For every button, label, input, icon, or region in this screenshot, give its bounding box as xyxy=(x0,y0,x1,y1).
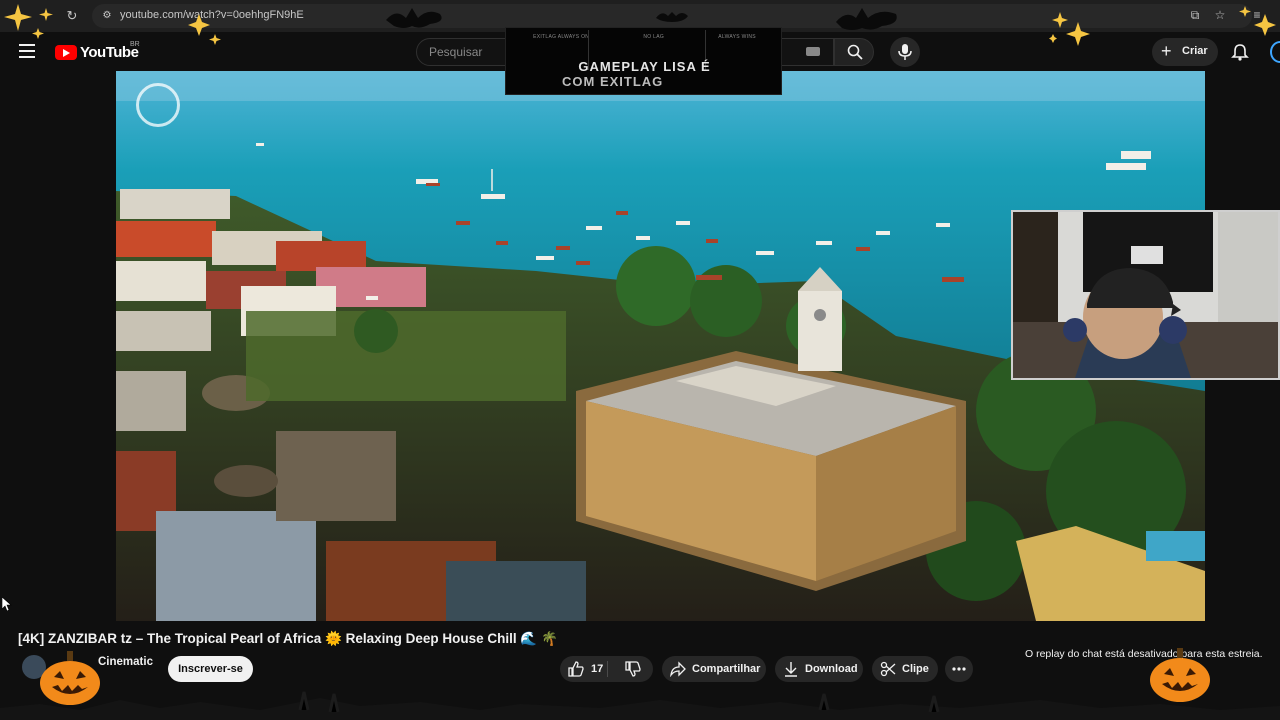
more-actions-button[interactable] xyxy=(945,656,973,682)
mouse-cursor-icon xyxy=(2,597,12,611)
banner-subline: COM EXITLAG xyxy=(562,74,664,89)
share-label: Compartilhar xyxy=(692,663,761,675)
sparkle-decoration-right xyxy=(1049,6,1276,46)
more-horizontal-icon xyxy=(952,667,966,671)
webcam-overlay xyxy=(1011,210,1280,380)
pumpkin-decoration-right xyxy=(1150,648,1210,702)
banner-tag: NO LAG xyxy=(643,34,665,40)
channel-watermark-logo[interactable] xyxy=(136,83,180,127)
banner-tag: ALWAYS WINS xyxy=(718,34,756,40)
pumpkin-decoration-left xyxy=(40,651,100,705)
scissors-icon xyxy=(880,661,896,677)
channel-name[interactable]: Cinematic xyxy=(98,656,153,668)
search-placeholder: Pesquisar xyxy=(429,45,483,59)
share-button[interactable]: Compartilhar xyxy=(662,656,766,682)
download-icon xyxy=(785,662,797,677)
subscribe-button[interactable]: Inscrever-se xyxy=(168,656,253,682)
sparkle-decoration-left xyxy=(4,4,221,45)
webcam-feed xyxy=(1013,212,1278,378)
search-button[interactable] xyxy=(834,38,874,66)
clip-label: Clipe xyxy=(902,663,929,675)
like-count[interactable]: 17 xyxy=(591,663,603,675)
clip-button[interactable]: Clipe xyxy=(872,656,938,682)
banner-headline: GAMEPLAY LISA É xyxy=(578,59,711,74)
search-icon xyxy=(847,44,863,60)
chat-replay-notice: O replay do chat está desativado para es… xyxy=(1025,648,1263,660)
banner-tags: EXITLAG ALWAYS ON NO LAG ALWAYS WINS xyxy=(506,34,783,40)
like-dislike-group: 17 xyxy=(560,656,653,682)
voice-search-button[interactable] xyxy=(890,37,920,67)
video-title: [4K] ZANZIBAR tz – The Tropical Pearl of… xyxy=(18,631,558,646)
thumbs-up-icon[interactable] xyxy=(568,661,584,677)
halloween-bottom-decoration xyxy=(0,691,1280,720)
exitlag-overlay-banner: EXITLAG ALWAYS ON NO LAG ALWAYS WINS GAM… xyxy=(505,27,782,95)
banner-tag: EXITLAG ALWAYS ON xyxy=(533,34,590,40)
share-icon xyxy=(670,661,686,677)
keyboard-icon[interactable] xyxy=(806,47,820,56)
download-label: Download xyxy=(805,663,858,675)
download-button[interactable]: Download xyxy=(775,656,863,682)
thumbs-down-icon[interactable] xyxy=(625,661,641,677)
microphone-icon xyxy=(898,44,912,60)
like-divider xyxy=(607,661,608,677)
